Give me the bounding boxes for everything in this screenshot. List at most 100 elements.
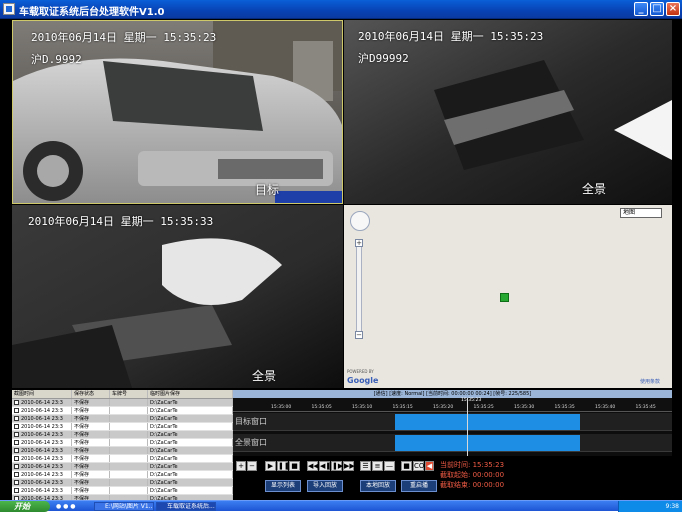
row-cell: 不保存 xyxy=(72,471,110,478)
row-timestamp: 2010-06-14 23:3 xyxy=(12,471,72,478)
record-button[interactable]: CO xyxy=(413,461,424,471)
row-checkbox[interactable] xyxy=(14,416,19,421)
list-item[interactable]: 2010-06-14 23:3 不保存 D:\ZaCarTe xyxy=(12,407,233,415)
list-item[interactable]: 2010-06-14 23:3 不保存 D:\ZaCarTe xyxy=(12,471,233,479)
column-header[interactable]: 临时图片保存 xyxy=(148,390,233,398)
tray-clock: 9:38 xyxy=(665,503,679,510)
overview-video-pane-2[interactable]: 2010年06月14日 星期一 15:35:33 全景 xyxy=(12,205,343,388)
map-zoom-in-button[interactable]: + xyxy=(355,239,363,247)
rewind-button[interactable]: ◀◀ xyxy=(307,461,319,471)
row-checkbox[interactable] xyxy=(14,424,19,429)
minimize-button[interactable]: _ xyxy=(634,2,648,16)
row-cell: 不保存 xyxy=(72,455,110,462)
list-item[interactable]: 2010-06-14 23:3 不保存 D:\ZaCarTe xyxy=(12,455,233,463)
map-type-select[interactable]: 地图 xyxy=(620,208,662,218)
audio-button[interactable]: ◀ xyxy=(425,461,434,471)
row-checkbox[interactable] xyxy=(14,448,19,453)
next-frame-button[interactable]: ❚▶ xyxy=(331,461,343,471)
overview1-plate-number: 沪D99992 xyxy=(358,52,409,65)
map-pan-control[interactable] xyxy=(350,211,370,231)
taskbar-task-app[interactable]: 车载取证系统后... xyxy=(156,502,216,511)
view-mode-2-button[interactable]: ≡ xyxy=(372,461,383,471)
column-header[interactable]: 保存状态 xyxy=(72,390,110,398)
map-terms-link[interactable]: 使用条款 xyxy=(640,378,660,385)
overview-video-pane-1[interactable]: 2010年06月14日 星期一 15:35:23 沪D99992 全景 xyxy=(344,20,672,204)
timeline-panel[interactable]: [通信] [速度: Normal] [当前时间: 00:00:00 00:24]… xyxy=(233,390,672,456)
system-tray[interactable]: 9:38 xyxy=(618,501,682,512)
restart-play-button[interactable]: 重启播 xyxy=(401,480,437,492)
prev-frame-button[interactable]: ◀❚ xyxy=(319,461,331,471)
row-cell: 不保存 xyxy=(72,399,110,406)
target-video-pane[interactable]: 2010年06月14日 星期一 15:35:23 沪D.9992 目标 xyxy=(12,20,343,204)
map-logo-caption: POWERED BY xyxy=(347,369,374,374)
view-mode-3-button[interactable]: — xyxy=(384,461,395,471)
snapshot-button[interactable]: ■ xyxy=(401,461,412,471)
row-cell: 不保存 xyxy=(72,431,110,438)
app-icon xyxy=(3,3,15,15)
list-item[interactable]: 2010-06-14 23:3 不保存 D:\ZaCarTe xyxy=(12,463,233,471)
target-track-segment[interactable] xyxy=(395,414,580,430)
row-checkbox[interactable] xyxy=(14,488,19,493)
show-list-button[interactable]: 显示列表 xyxy=(265,480,301,492)
import-playback-button[interactable]: 导入回放 xyxy=(307,480,343,492)
title-bar[interactable]: 车载取证系统后台处理软件V1.0 _ □ × xyxy=(0,0,682,19)
row-timestamp-text: 2010-06-14 23:3 xyxy=(21,488,63,494)
local-playback-button[interactable]: 本地回放 xyxy=(360,480,396,492)
record-list-header: 截图时间 保存状态 车牌号 临时图片保存 xyxy=(12,390,233,399)
row-checkbox[interactable] xyxy=(14,440,19,445)
fast-forward-button[interactable]: ▶▶ xyxy=(343,461,355,471)
taskbar-task-explorer[interactable]: E:\网站\图片 V1... xyxy=(94,502,154,511)
view-mode-1-button[interactable]: ☰ xyxy=(360,461,371,471)
row-timestamp: 2010-06-14 23:3 xyxy=(12,455,72,462)
play-button[interactable]: ▶ xyxy=(265,461,276,471)
google-logo: Google xyxy=(347,376,379,385)
timeline-tick-label: 15:35:20 xyxy=(433,405,454,410)
record-list[interactable]: 截图时间 保存状态 车牌号 临时图片保存 2010-06-14 23:3 不保存 D… xyxy=(12,390,233,501)
row-checkbox[interactable] xyxy=(14,472,19,477)
row-cell xyxy=(110,463,148,470)
row-checkbox[interactable] xyxy=(14,480,19,485)
quick-launch-icons[interactable]: ● ● ● xyxy=(56,503,86,510)
clip-end-readout: 截取结束: 00:00:00 xyxy=(440,481,505,489)
row-checkbox[interactable] xyxy=(14,456,19,461)
stop-button[interactable]: ■ xyxy=(289,461,300,471)
row-timestamp: 2010-06-14 23:3 xyxy=(12,431,72,438)
playhead[interactable] xyxy=(467,398,468,456)
list-item[interactable]: 2010-06-14 23:3 不保存 D:\ZaCarTe xyxy=(12,447,233,455)
row-checkbox[interactable] xyxy=(14,400,19,405)
pause-button[interactable]: ❚❚ xyxy=(277,461,290,471)
row-cell xyxy=(110,439,148,446)
column-header[interactable]: 截图时间 xyxy=(12,390,72,398)
list-item[interactable]: 2010-06-14 23:3 不保存 D:\ZaCarTe xyxy=(12,399,233,407)
close-button[interactable]: × xyxy=(666,2,680,16)
list-item[interactable]: 2010-06-14 23:3 不保存 D:\ZaCarTe xyxy=(12,415,233,423)
row-cell: 不保存 xyxy=(72,439,110,446)
overview-track[interactable]: 全景窗口 xyxy=(233,434,672,452)
row-cell: D:\ZaCarTe xyxy=(148,431,233,438)
maximize-button[interactable]: □ xyxy=(650,2,664,16)
row-checkbox[interactable] xyxy=(14,464,19,469)
vehicle-marker-icon[interactable] xyxy=(500,293,509,302)
target-timestamp: 2010年06月14日 星期一 15:35:23 xyxy=(31,31,217,44)
zoom-in-button[interactable]: + xyxy=(236,461,246,471)
list-item[interactable]: 2010-06-14 23:3 不保存 D:\ZaCarTe xyxy=(12,487,233,495)
column-header[interactable]: 车牌号 xyxy=(110,390,148,398)
map-pane[interactable]: + − 地图 POWERED BY Google 使用条款 xyxy=(344,205,672,388)
map-zoom-slider[interactable] xyxy=(356,243,362,339)
list-item[interactable]: 2010-06-14 23:3 不保存 D:\ZaCarTe xyxy=(12,431,233,439)
start-button[interactable]: 开始 xyxy=(0,501,50,512)
overview2-timestamp: 2010年06月14日 星期一 15:35:33 xyxy=(28,215,214,228)
list-item[interactable]: 2010-06-14 23:3 不保存 D:\ZaCarTe xyxy=(12,479,233,487)
map-zoom-out-button[interactable]: − xyxy=(355,331,363,339)
timeline-ruler[interactable]: 15:35:23 15:35:00 15:35:05 15:35:10 15:35:1… xyxy=(233,398,672,412)
overview-track-segment[interactable] xyxy=(395,435,580,451)
app-window: 车载取证系统后台处理软件V1.0 _ □ × 2010年06月14日 星期一 1… xyxy=(0,0,682,512)
list-item[interactable]: 2010-06-14 23:3 不保存 D:\ZaCarTe xyxy=(12,439,233,447)
target-track[interactable]: 目标窗口 xyxy=(233,413,672,431)
clip-start-readout: 截取起始: 00:00:00 xyxy=(440,471,505,479)
row-checkbox[interactable] xyxy=(14,408,19,413)
zoom-out-button[interactable]: − xyxy=(247,461,257,471)
row-cell xyxy=(110,447,148,454)
list-item[interactable]: 2010-06-14 23:3 不保存 D:\ZaCarTe xyxy=(12,423,233,431)
row-checkbox[interactable] xyxy=(14,432,19,437)
